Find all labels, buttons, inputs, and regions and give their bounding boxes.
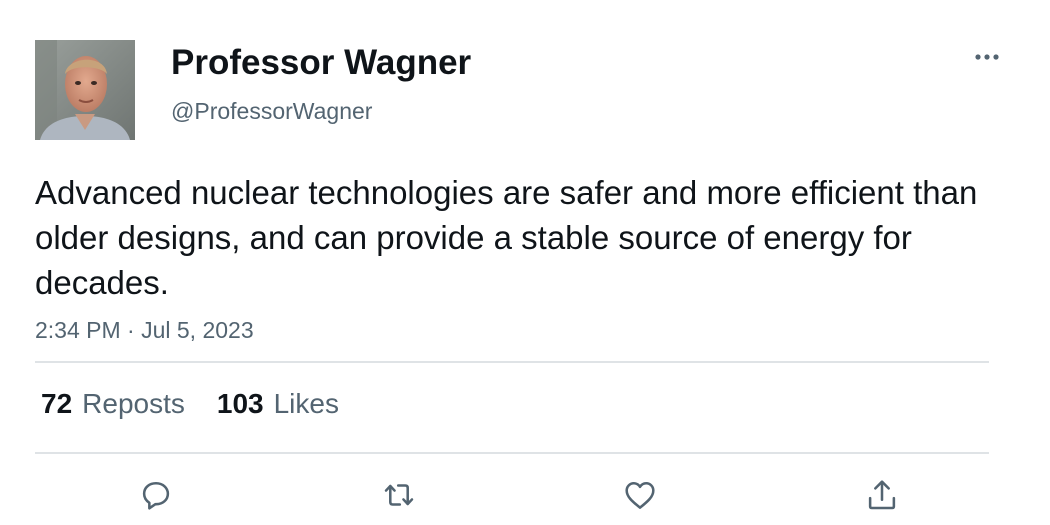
reposts-stat[interactable]: 72 Reposts bbox=[41, 386, 185, 422]
post-text: Advanced nuclear technologies are safer … bbox=[35, 174, 978, 301]
author-handle[interactable]: @ProfessorWagner bbox=[171, 97, 372, 125]
divider bbox=[35, 452, 989, 454]
post-timestamp[interactable]: 2:34 PM · Jul 5, 2023 bbox=[35, 316, 254, 344]
reply-icon bbox=[142, 482, 170, 510]
avatar-photo bbox=[35, 40, 135, 140]
share-button[interactable] bbox=[862, 475, 902, 515]
reply-button[interactable] bbox=[136, 475, 176, 515]
author-name[interactable]: Professor Wagner bbox=[171, 42, 471, 84]
reposts-label: Reposts bbox=[82, 388, 185, 419]
likes-stat[interactable]: 103 Likes bbox=[217, 386, 339, 422]
heart-icon bbox=[625, 482, 655, 509]
likes-label: Likes bbox=[273, 388, 339, 419]
divider bbox=[35, 361, 989, 363]
like-button[interactable] bbox=[620, 475, 660, 515]
engagement-stats: 72 Reposts 103 Likes bbox=[41, 386, 339, 422]
more-options-button[interactable] bbox=[968, 42, 1008, 72]
repost-icon bbox=[384, 484, 414, 506]
more-horizontal-icon bbox=[975, 54, 999, 60]
likes-count: 103 bbox=[216, 388, 264, 419]
share-icon bbox=[868, 480, 896, 510]
reposts-count: 72 bbox=[41, 388, 73, 419]
avatar[interactable] bbox=[35, 40, 135, 140]
repost-button[interactable] bbox=[379, 475, 419, 515]
